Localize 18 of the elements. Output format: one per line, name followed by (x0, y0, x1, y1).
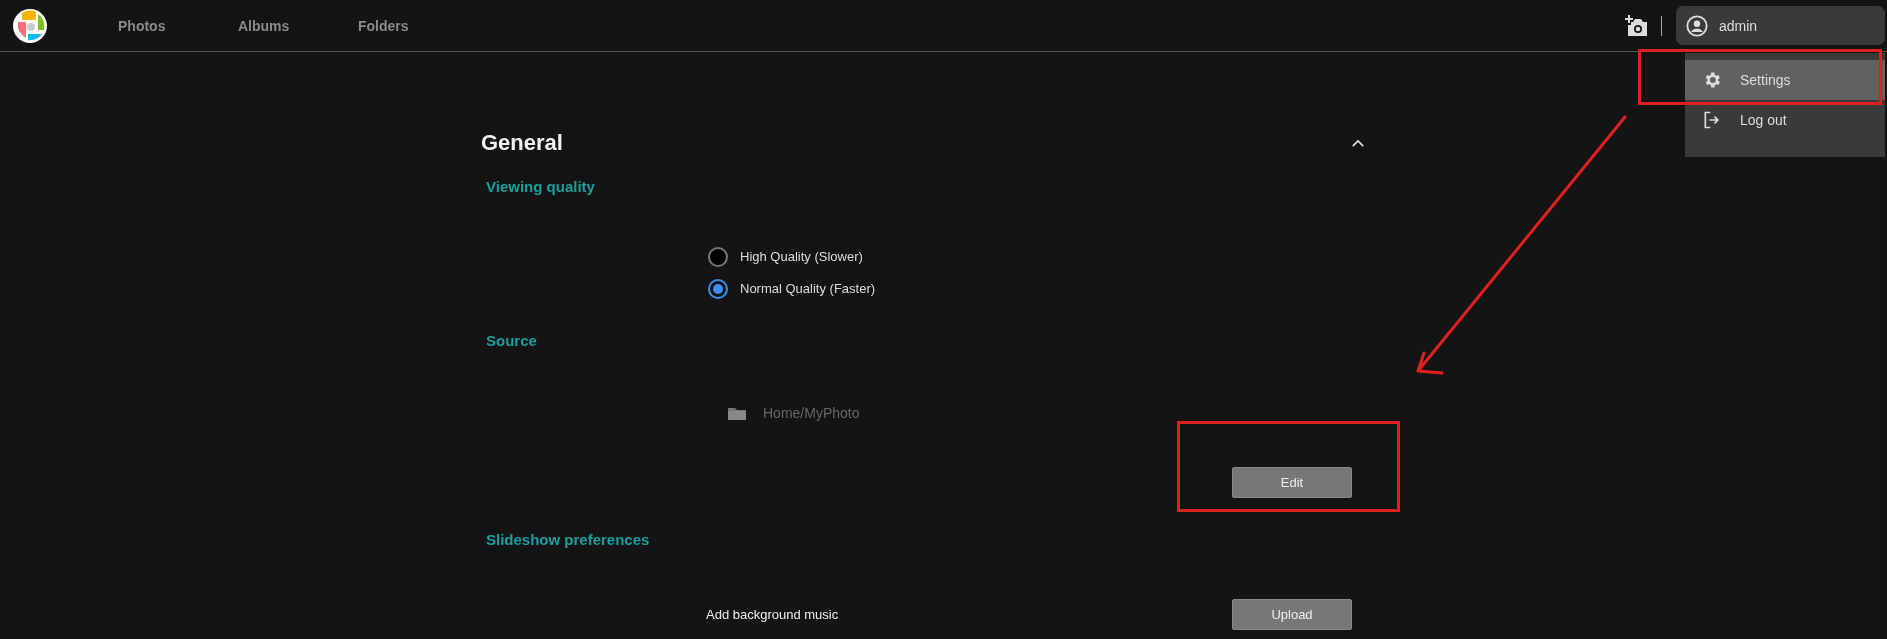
edit-button[interactable]: Edit (1232, 467, 1352, 498)
menu-item-label: Log out (1740, 112, 1787, 128)
setting-label: Add background music (706, 607, 839, 622)
menu-item[interactable]: Settings (1685, 60, 1885, 100)
nav-link[interactable]: Albums (238, 17, 358, 34)
folder-path: Home/MyPhoto (763, 405, 860, 421)
nav-link[interactable]: Photos (118, 17, 238, 34)
subsection-heading: Source (485, 331, 538, 351)
nav-link[interactable]: Folders (358, 17, 478, 34)
subsection-heading: Viewing quality (485, 177, 596, 197)
subsection-heading: Slideshow preferences (485, 530, 651, 550)
menu-item[interactable]: Log out (1685, 100, 1885, 140)
section-title: General (481, 130, 563, 156)
upload-button[interactable]: Upload (1232, 599, 1352, 630)
radio-label: Normal Quality (Faster) (740, 281, 876, 296)
user-menu-button[interactable]: admin (1676, 6, 1885, 45)
menu-item-label: Settings (1740, 72, 1791, 88)
radio-label: High Quality (Slower) (740, 249, 863, 264)
